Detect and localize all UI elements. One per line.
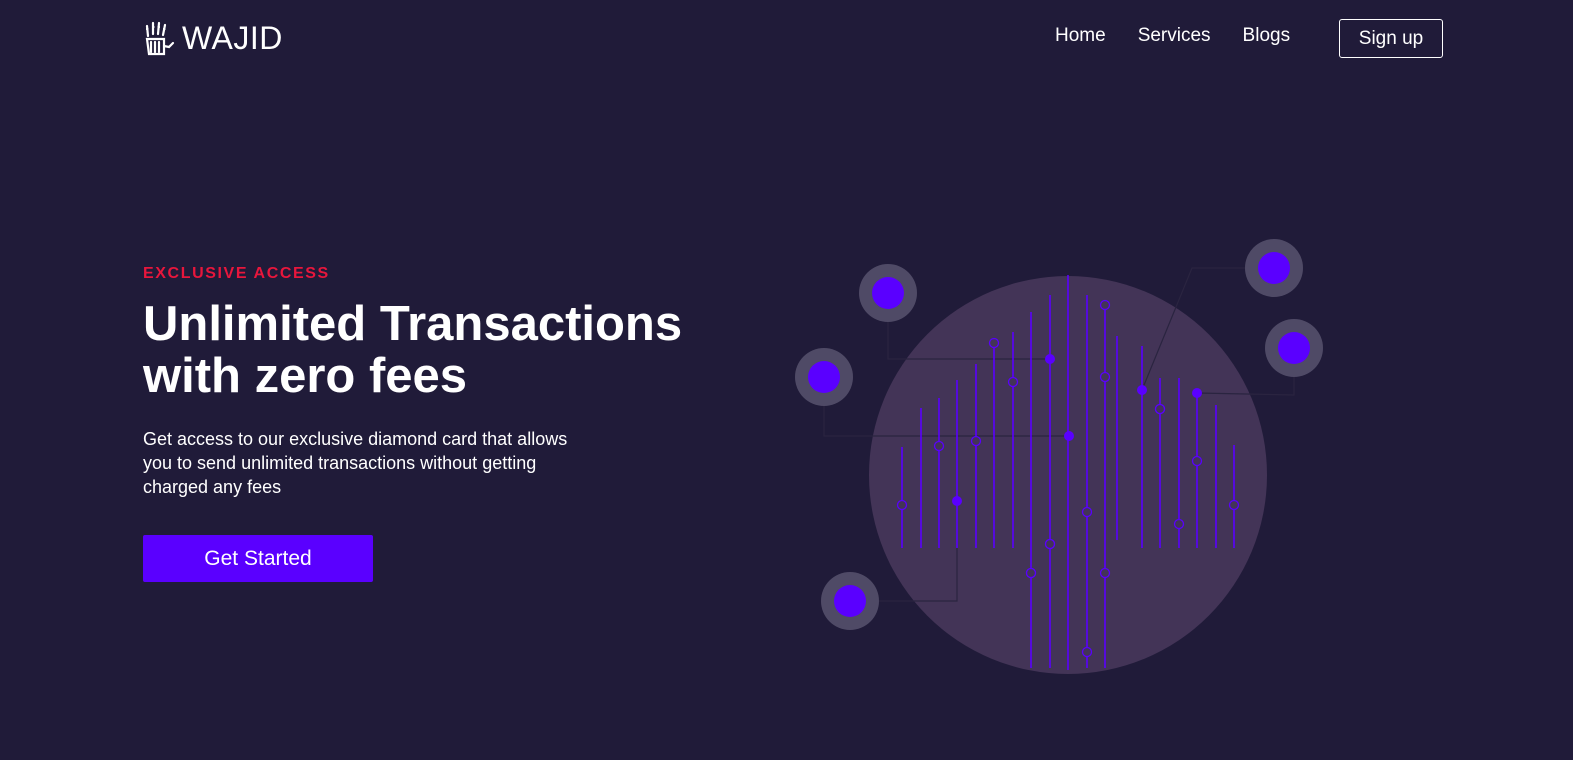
circuit-ring-dot <box>896 499 908 511</box>
hero-headline-line-2: with zero fees <box>143 349 468 403</box>
circuit-node-2 <box>795 348 853 406</box>
nav-link-blogs[interactable]: Blogs <box>1243 24 1291 48</box>
circuit-ring-dot <box>1228 499 1240 511</box>
brand-name: WAJID <box>182 20 283 56</box>
circuit-ring-dot <box>1025 567 1037 579</box>
hero-eyebrow: EXCLUSIVE ACCESS <box>143 265 330 282</box>
circuit-ring-dot <box>1081 506 1093 518</box>
circuit-ring-dot <box>1044 538 1056 550</box>
circuit-ring-dot <box>933 440 945 452</box>
hero-description: Get access to our exclusive diamond card… <box>143 429 568 497</box>
circuit-ring-dot <box>1007 376 1019 388</box>
hero-headline-line-1: Unlimited Transactions <box>143 297 683 351</box>
circuit-ring-dot <box>1099 371 1111 383</box>
get-started-button[interactable]: Get Started <box>143 535 373 582</box>
circuit-ring-dot <box>1173 518 1185 530</box>
nav-link-home[interactable]: Home <box>1055 24 1106 48</box>
robot-hand-icon <box>145 21 175 56</box>
main-nav: Home Services Blogs <box>1055 24 1290 48</box>
circuit-node-5 <box>1265 319 1323 377</box>
circuit-ring-dot <box>1099 299 1111 311</box>
signup-button[interactable]: Sign up <box>1339 19 1443 58</box>
circuit-node-4 <box>1245 239 1303 297</box>
circuit-ring-dot <box>1099 567 1111 579</box>
circuit-node-1 <box>859 264 917 322</box>
hero-headline: Unlimited Transactions with zero fees <box>143 298 743 402</box>
nav-link-services[interactable]: Services <box>1138 24 1211 48</box>
circuit-ring-dot <box>1081 646 1093 658</box>
circuit-ring-dot <box>988 337 1000 349</box>
circuit-ring-dot <box>1191 455 1203 467</box>
circuit-node-3 <box>821 572 879 630</box>
circuit-ring-dot <box>970 435 982 447</box>
circuit-ring-dot <box>1154 403 1166 415</box>
circuit-globe-illustration <box>795 239 1323 674</box>
brand-logo[interactable]: WAJID <box>143 19 283 57</box>
